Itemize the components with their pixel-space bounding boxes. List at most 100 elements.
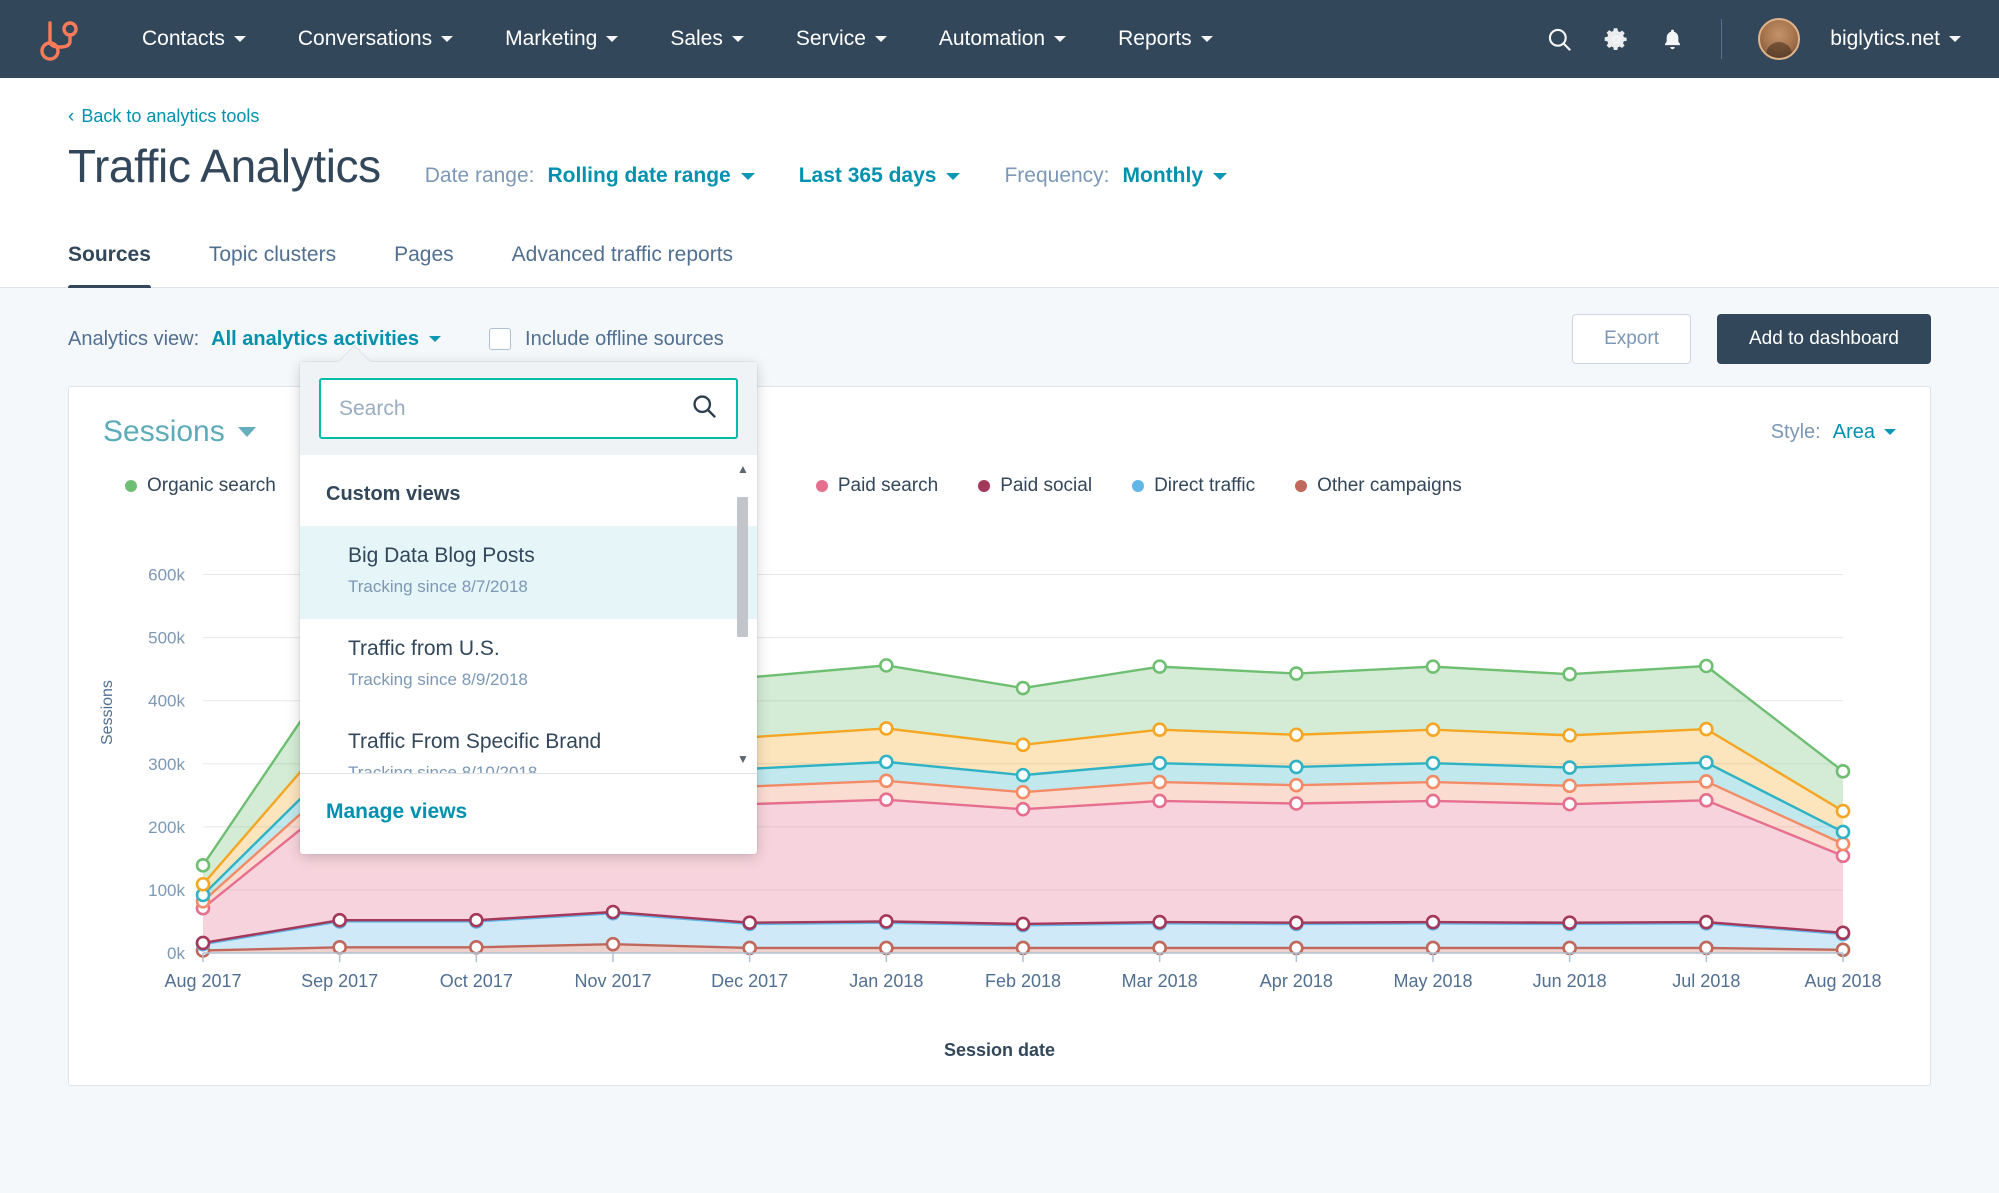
analytics-view-value: All analytics activities	[211, 328, 419, 351]
nav-item-marketing[interactable]: Marketing	[479, 17, 644, 61]
page-title: Traffic Analytics	[68, 139, 381, 193]
nav-item-label: Sales	[670, 27, 723, 51]
svg-text:Nov 2017: Nov 2017	[574, 971, 651, 991]
chevron-down-icon	[234, 36, 246, 42]
dropdown-item-traffic-from-specific-brand[interactable]: Traffic From Specific Brand Tracking sin…	[300, 712, 757, 773]
date-range-label: Date range:	[425, 164, 535, 188]
search-input[interactable]	[339, 397, 690, 421]
tab-topic-clusters[interactable]: Topic clusters	[209, 229, 336, 287]
main-menu: Contacts Conversations Marketing Sales S…	[116, 17, 1239, 61]
legend-item-paid-social[interactable]: Paid social	[978, 475, 1092, 497]
scrollbar-thumb[interactable]	[737, 497, 748, 637]
gear-icon[interactable]	[1603, 26, 1630, 53]
svg-text:Sep 2017: Sep 2017	[301, 971, 378, 991]
legend-item-direct-traffic[interactable]: Direct traffic	[1132, 475, 1255, 497]
legend-label: Direct traffic	[1154, 475, 1255, 497]
legend-item-paid-search[interactable]: Paid search	[816, 475, 938, 497]
svg-text:May 2018: May 2018	[1393, 971, 1472, 991]
chevron-down-icon	[1949, 36, 1961, 42]
back-link-label: Back to analytics tools	[81, 106, 259, 127]
legend-color-swatch	[978, 480, 990, 492]
svg-text:600k: 600k	[148, 566, 185, 585]
frequency-dropdown[interactable]: Monthly	[1123, 164, 1227, 188]
search-icon[interactable]	[690, 392, 718, 425]
nav-divider	[1721, 19, 1722, 59]
chevron-down-icon	[441, 36, 453, 42]
legend-label: Organic search	[147, 475, 276, 497]
chevron-down-icon	[1201, 36, 1213, 42]
add-to-dashboard-button[interactable]: Add to dashboard	[1717, 314, 1931, 364]
nav-item-service[interactable]: Service	[770, 17, 913, 61]
analytics-view-dropdown[interactable]: All analytics activities	[211, 328, 441, 351]
svg-text:Oct 2017: Oct 2017	[440, 971, 513, 991]
nav-item-reports[interactable]: Reports	[1092, 17, 1239, 61]
chevron-down-icon	[1213, 173, 1227, 180]
page-header: ‹ Back to analytics tools Traffic Analyt…	[0, 78, 1999, 193]
dropdown-footer: Manage views	[300, 773, 757, 854]
search-icon[interactable]	[1546, 26, 1573, 53]
svg-text:Mar 2018: Mar 2018	[1122, 971, 1198, 991]
dropdown-item-traffic-from-us[interactable]: Traffic from U.S. Tracking since 8/9/201…	[300, 619, 757, 712]
back-to-analytics-tools-link[interactable]: ‹ Back to analytics tools	[68, 106, 259, 127]
nav-item-contacts[interactable]: Contacts	[116, 17, 272, 61]
x-axis-title: Session date	[103, 1040, 1896, 1061]
scroll-up-arrow-icon[interactable]: ▲	[737, 463, 748, 475]
avatar[interactable]	[1758, 18, 1800, 60]
nav-item-automation[interactable]: Automation	[913, 17, 1092, 61]
legend-item-organic-search[interactable]: Organic search	[125, 475, 276, 497]
legend-color-swatch	[816, 480, 828, 492]
style-label: Style:	[1771, 421, 1821, 444]
svg-text:Jul 2018: Jul 2018	[1672, 971, 1740, 991]
account-menu[interactable]: biglytics.net	[1830, 27, 1961, 51]
chevron-left-icon: ‹	[68, 107, 74, 126]
svg-text:500k: 500k	[148, 629, 185, 648]
export-button[interactable]: Export	[1572, 314, 1691, 364]
tab-sources[interactable]: Sources	[68, 229, 151, 287]
dropdown-section-title: Custom views	[300, 455, 757, 526]
chevron-down-icon	[741, 173, 755, 180]
tab-pages[interactable]: Pages	[394, 229, 454, 287]
svg-text:Dec 2017: Dec 2017	[711, 971, 788, 991]
checkbox-label: Include offline sources	[525, 328, 724, 351]
toolbar-actions: Export Add to dashboard	[1572, 314, 1931, 364]
nav-item-label: Reports	[1118, 27, 1192, 51]
date-preset-dropdown[interactable]: Last 365 days	[799, 164, 961, 188]
date-range-dropdown[interactable]: Rolling date range	[548, 164, 755, 188]
nav-item-sales[interactable]: Sales	[644, 17, 770, 61]
legend-label: Paid search	[838, 475, 938, 497]
date-preset-control: Last 365 days	[799, 164, 961, 188]
dropdown-scrollbar[interactable]: ▲ ▼	[737, 463, 748, 765]
include-offline-sources-checkbox[interactable]: Include offline sources	[489, 328, 724, 351]
chevron-down-icon	[732, 36, 744, 42]
tab-advanced-traffic-reports[interactable]: Advanced traffic reports	[512, 229, 733, 287]
dropdown-item-name: Traffic From Specific Brand	[348, 730, 731, 754]
svg-text:400k: 400k	[148, 692, 185, 711]
dropdown-list[interactable]: Custom views Big Data Blog Posts Trackin…	[300, 455, 757, 773]
chevron-down-icon	[238, 427, 256, 437]
chevron-down-icon	[875, 36, 887, 42]
chevron-down-icon	[429, 336, 441, 342]
legend-color-swatch	[1132, 480, 1144, 492]
svg-text:300k: 300k	[148, 755, 185, 774]
chevron-down-icon	[1054, 36, 1066, 42]
dropdown-item-subtitle: Tracking since 8/9/2018	[348, 670, 731, 690]
style-dropdown[interactable]: Area	[1833, 421, 1896, 444]
bell-icon[interactable]	[1660, 26, 1685, 53]
y-axis-title: Sessions	[99, 680, 117, 745]
dropdown-search-field[interactable]	[319, 378, 738, 439]
metric-dropdown[interactable]: Sessions	[103, 415, 256, 449]
metric-label: Sessions	[103, 415, 225, 449]
account-name: biglytics.net	[1830, 27, 1940, 51]
legend-item-other-campaigns[interactable]: Other campaigns	[1295, 475, 1462, 497]
analytics-toolbar: Analytics view: All analytics activities…	[0, 288, 1999, 386]
scroll-down-arrow-icon[interactable]: ▼	[737, 753, 748, 765]
hubspot-sprocket-logo[interactable]	[38, 17, 82, 61]
svg-text:Jan 2018: Jan 2018	[849, 971, 923, 991]
svg-text:Jun 2018: Jun 2018	[1533, 971, 1607, 991]
manage-views-link[interactable]: Manage views	[326, 800, 467, 823]
dropdown-item-big-data-blog-posts[interactable]: Big Data Blog Posts Tracking since 8/7/2…	[300, 526, 757, 619]
frequency-value: Monthly	[1123, 164, 1203, 188]
nav-item-conversations[interactable]: Conversations	[272, 17, 479, 61]
nav-item-label: Marketing	[505, 27, 597, 51]
nav-utility-group: biglytics.net	[1546, 18, 1961, 60]
